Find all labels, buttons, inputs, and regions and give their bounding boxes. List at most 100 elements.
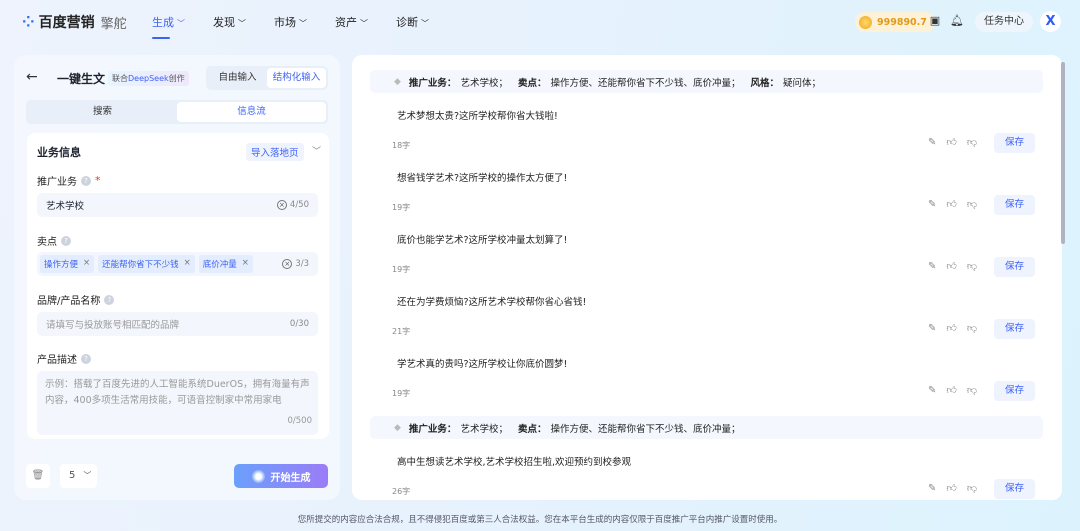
result-text: 高中生想读艺术学校,艺术学校招生啦,欢迎预约到校参观 <box>397 457 632 468</box>
import-landing-page-button[interactable]: 导入落地页 <box>246 143 304 161</box>
selling-tag: 操作方便 × <box>40 255 95 273</box>
remove-tag-icon[interactable]: × <box>184 258 191 270</box>
thumbs-up-icon[interactable]: 👍︎ <box>946 136 956 148</box>
result-actions: ✎ 👍︎ 👎︎ <box>928 384 977 397</box>
quantity-select[interactable]: 5 ﹀ <box>60 464 97 488</box>
help-icon: ? <box>104 294 115 305</box>
chevron-down-icon: ﹀ <box>360 19 368 28</box>
channel-tabs: 搜索 信息流 <box>26 100 328 124</box>
nav-item[interactable]: 生成 ﹀ <box>152 14 185 39</box>
edit-icon[interactable]: ✎ <box>928 385 936 396</box>
brand-label: 品牌/产品名称? <box>37 292 115 307</box>
result-text: 想省钱学艺术?这所学校的操作太方便了! <box>397 173 568 184</box>
clear-icon[interactable]: × <box>282 259 293 269</box>
task-center-button[interactable]: 任务中心 <box>975 12 1033 32</box>
save-button[interactable]: 保存 <box>994 133 1035 153</box>
chevron-down-icon[interactable]: ﹀ <box>312 144 321 157</box>
logo[interactable]: ⁘ 百度营销 擎舵 <box>22 12 127 32</box>
balance-badge[interactable]: 999890.7 <box>855 12 935 32</box>
section-title: 业务信息 <box>37 146 81 159</box>
result-actions: ✎ 👍︎ 👎︎ <box>928 260 977 273</box>
tag-icon: ◆ <box>394 76 401 87</box>
mode-structured-input[interactable]: 结构化输入 <box>267 68 326 88</box>
trash-icon[interactable]: 🗑︎ <box>26 464 50 488</box>
mode-free-input[interactable]: 自由输入 <box>208 68 267 88</box>
business-input[interactable]: 艺术学校 × 4/50 <box>37 193 318 217</box>
char-count: 19字 <box>392 265 411 274</box>
result-actions: ✎ 👍︎ 👎︎ <box>928 482 977 495</box>
avatar[interactable]: X <box>1040 11 1061 32</box>
nav-item[interactable]: 诊断 ﹀ <box>396 14 429 30</box>
tab-search[interactable]: 搜索 <box>28 102 177 122</box>
result-text: 艺术梦想太贵?这所学校帮你省大钱啦! <box>397 111 558 122</box>
edit-icon[interactable]: ✎ <box>928 483 936 494</box>
thumbs-up-icon[interactable]: 👍︎ <box>946 482 956 494</box>
selling-tag: 还能帮你省下不少钱 × <box>98 255 195 273</box>
brand-input[interactable]: 请填写与投放账号相匹配的品牌 0/30 <box>37 312 318 336</box>
char-count: 19字 <box>392 203 411 212</box>
thumbs-down-icon[interactable]: 👎︎ <box>967 482 977 494</box>
nav-item[interactable]: 市场 ﹀ <box>274 14 307 30</box>
help-icon: ? <box>81 353 91 364</box>
tab-feed[interactable]: 信息流 <box>177 102 326 122</box>
chevron-down-icon: ﹀ <box>299 19 307 28</box>
group-header: ◆ 推广业务： 艺术学校； 卖点： 操作方便、还能帮你省下不少钱、底价冲量； <box>370 416 1043 439</box>
message-icon[interactable]: ▣ <box>928 14 942 28</box>
char-count: 18字 <box>392 141 411 150</box>
thumbs-down-icon[interactable]: 👎︎ <box>967 384 977 396</box>
thumbs-up-icon[interactable]: 👍︎ <box>946 322 956 334</box>
result-actions: ✎ 👍︎ 👎︎ <box>928 136 977 149</box>
thumbs-down-icon[interactable]: 👎︎ <box>967 136 977 148</box>
edit-icon[interactable]: ✎ <box>928 323 936 334</box>
main-nav: 生成 ﹀ 发现 ﹀ 市场 ﹀ 资产 ﹀ 诊断 ﹀ <box>152 14 457 39</box>
chevron-down-icon: ﹀ <box>421 19 429 28</box>
desc-textarea[interactable]: 示例：搭载了百度先进的人工智能系统DuerOS，拥有海量有声内容，400多项生活… <box>37 371 318 435</box>
save-button[interactable]: 保存 <box>994 195 1035 215</box>
thumbs-down-icon[interactable]: 👎︎ <box>967 260 977 272</box>
page-title: 一键生文 <box>57 72 106 86</box>
tag-icon: ◆ <box>394 422 401 433</box>
nav-item[interactable]: 发现 ﹀ <box>213 14 246 30</box>
char-count: 19字 <box>392 389 411 398</box>
deepseek-badge: 联合DeepSeek创作 <box>108 71 189 86</box>
chevron-down-icon: ﹀ <box>177 19 185 28</box>
start-generate-button[interactable]: 开始生成 <box>234 464 328 488</box>
thumbs-up-icon[interactable]: 👍︎ <box>946 260 956 272</box>
chevron-down-icon: ﹀ <box>238 19 246 28</box>
help-icon: ? <box>81 175 91 186</box>
char-count: 26字 <box>392 487 411 496</box>
thumbs-up-icon[interactable]: 👍︎ <box>946 198 956 210</box>
group-header: ◆ 推广业务： 艺术学校； 卖点： 操作方便、还能帮你省下不少钱、底价冲量； 风格： 疑问体… <box>370 70 1043 93</box>
bell-icon[interactable]: 🔔︎ <box>950 14 964 28</box>
help-icon: ? <box>61 235 71 246</box>
remove-tag-icon[interactable]: × <box>242 258 249 270</box>
coin-icon <box>859 15 872 29</box>
thumbs-up-icon[interactable]: 👍︎ <box>946 384 956 396</box>
remove-tag-icon[interactable]: × <box>83 258 90 270</box>
edit-icon[interactable]: ✎ <box>928 137 936 148</box>
edit-icon[interactable]: ✎ <box>928 261 936 272</box>
footer-disclaimer: 您所提交的内容应合法合规，且不得侵犯百度或第三人合法权益。您在本平台生成的内容仅… <box>297 515 783 525</box>
ai-icon <box>251 469 265 483</box>
scrollbar[interactable] <box>1061 62 1065 244</box>
selling-points-input[interactable]: 操作方便 × 还能帮你省下不少钱 × 底价冲量 × × 3/3 <box>37 252 318 276</box>
char-count: 21字 <box>392 327 411 336</box>
result-text: 还在为学费烦恼?这所艺术学校帮你省心省钱! <box>397 297 587 308</box>
edit-icon[interactable]: ✎ <box>928 199 936 210</box>
result-text: 底价也能学艺术?这所学校冲量太划算了! <box>397 235 568 246</box>
desc-label: 产品描述? <box>37 351 91 366</box>
result-actions: ✎ 👍︎ 👎︎ <box>928 198 977 211</box>
save-button[interactable]: 保存 <box>994 319 1035 339</box>
business-label: 推广业务? * <box>37 174 101 188</box>
result-actions: ✎ 👍︎ 👎︎ <box>928 322 977 335</box>
back-arrow-icon[interactable]: ← <box>26 69 38 85</box>
result-text: 学艺术真的贵吗?这所学校让你底价圆梦! <box>397 359 568 370</box>
save-button[interactable]: 保存 <box>994 381 1035 401</box>
clear-icon[interactable]: × <box>276 200 287 210</box>
selling-tag: 底价冲量 × <box>198 255 253 273</box>
save-button[interactable]: 保存 <box>994 479 1035 499</box>
thumbs-down-icon[interactable]: 👎︎ <box>967 322 977 334</box>
save-button[interactable]: 保存 <box>994 257 1035 277</box>
nav-item[interactable]: 资产 ﹀ <box>335 14 368 30</box>
thumbs-down-icon[interactable]: 👎︎ <box>967 198 977 210</box>
